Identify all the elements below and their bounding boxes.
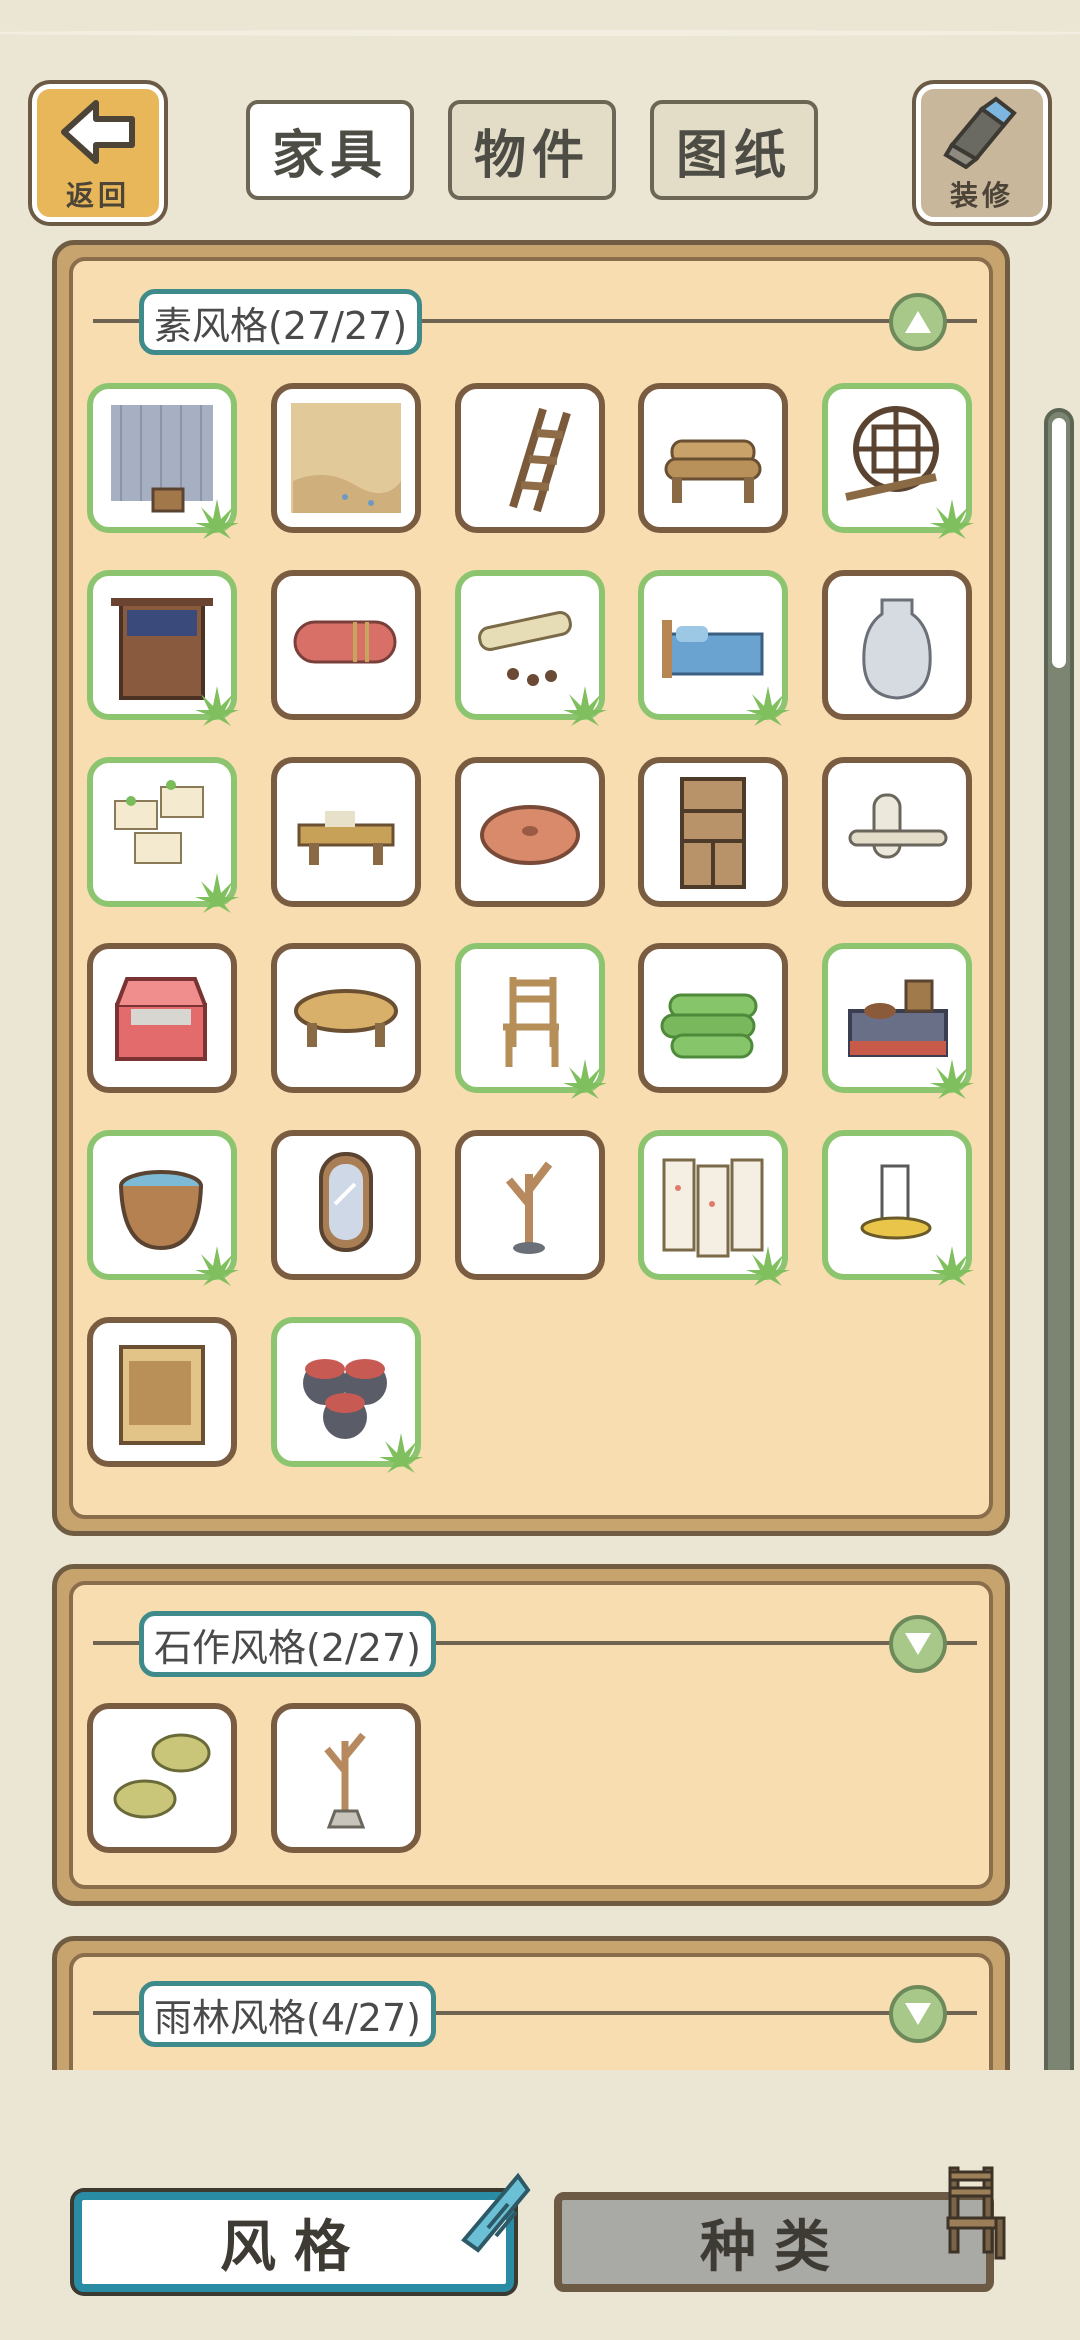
furniture-art-branch-stand xyxy=(505,1161,552,1254)
frog-gift-icon xyxy=(562,685,607,726)
category-panel-inner: 素风格(27/27) xyxy=(69,257,993,1519)
furniture-item-small-cupboard[interactable] xyxy=(87,1316,237,1467)
furniture-item-blue-futon-bed[interactable] xyxy=(638,569,791,726)
furniture-item-lattice-window[interactable] xyxy=(822,383,974,539)
category-panel-inner: 石作风格(2/27) xyxy=(69,1581,993,1889)
back-button[interactable]: 返回 xyxy=(32,84,164,222)
repair-label: 装修 xyxy=(949,179,1014,212)
furniture-item-branch-stand[interactable] xyxy=(454,1130,605,1280)
furniture-item-standing-mirror[interactable] xyxy=(270,1130,421,1280)
furniture-item-bookshelf[interactable] xyxy=(638,756,789,907)
furniture-art-wooden-ladder xyxy=(508,407,571,513)
tab-blueprints[interactable]: 图纸 xyxy=(650,100,818,200)
category-label: 素风格(27/27) xyxy=(139,289,423,355)
expand-toggle-button[interactable] xyxy=(889,1985,947,2043)
category-label: 石作风格(2/27) xyxy=(139,1611,436,1677)
furniture-item-candle-holder[interactable] xyxy=(822,1130,974,1286)
furniture-item-red-chest[interactable] xyxy=(87,943,237,1094)
furniture-item-paper-scrolls[interactable] xyxy=(822,756,972,907)
frog-gift-icon xyxy=(930,1246,974,1286)
furniture-art-standing-mirror xyxy=(318,1152,373,1252)
tab-furniture[interactable]: 家具 xyxy=(246,100,414,200)
furniture-art-sand-mat xyxy=(290,403,401,513)
furniture-item-white-vase[interactable] xyxy=(822,569,972,720)
furniture-art-small-cupboard xyxy=(119,1344,205,1445)
furniture-art-stone-branch-stand xyxy=(324,1732,366,1829)
scrollbar[interactable] xyxy=(1044,408,1074,2084)
furniture-art-rolled-blanket xyxy=(293,620,397,664)
chevron-up-icon xyxy=(905,311,931,333)
furniture-item-wooden-tub[interactable] xyxy=(87,1130,239,1286)
frog-gift-icon xyxy=(195,499,239,539)
furniture-art-red-chest xyxy=(115,977,207,1062)
furniture-item-shower-curtain-bucket[interactable] xyxy=(87,383,239,539)
furniture-art-bookshelf xyxy=(680,776,747,889)
frog-gift-icon xyxy=(195,1246,239,1286)
scrollbar-thumb[interactable] xyxy=(1052,418,1066,668)
furniture-item-folding-screen[interactable] xyxy=(638,1130,791,1286)
furniture-item-memo-board[interactable] xyxy=(87,756,239,913)
tab-objects[interactable]: 物件 xyxy=(448,100,616,200)
style-filter-button[interactable]: 风格 xyxy=(74,2192,514,2292)
frog-gift-icon xyxy=(195,685,239,726)
furniture-item-noren-cabinet[interactable] xyxy=(87,569,239,726)
furniture-item-low-writing-desk[interactable] xyxy=(270,756,421,907)
furniture-art-low-writing-desk xyxy=(297,810,395,865)
frog-gift-icon xyxy=(562,1059,607,1100)
background-wave xyxy=(0,30,1080,36)
frog-gift-icon xyxy=(746,685,791,726)
chair-icon xyxy=(946,2166,1006,2260)
furniture-art-green-rolls xyxy=(660,993,758,1059)
chevron-down-icon xyxy=(905,1633,931,1655)
category-panel-stone: 石作风格(2/27) xyxy=(52,1564,1010,1906)
catalog-scroll-area[interactable]: 素风格(27/27) 石作风格(2/27) 雨林风格(4/27) xyxy=(0,236,1080,2070)
furniture-art-leaf-notes xyxy=(113,1733,211,1819)
furniture-art-paper-scrolls xyxy=(848,793,948,858)
repair-button[interactable]: 装修 xyxy=(916,84,1048,222)
furniture-item-green-rolls[interactable] xyxy=(638,943,789,1094)
furniture-item-clay-jars[interactable] xyxy=(270,1316,423,1473)
chevron-down-icon xyxy=(905,2003,931,2025)
furniture-item-round-low-table[interactable] xyxy=(270,943,421,1094)
furniture-item-wooden-ladder[interactable] xyxy=(454,383,605,533)
furniture-item-log-bench[interactable] xyxy=(638,383,789,533)
seashell-icon xyxy=(461,2172,531,2253)
back-label: 返回 xyxy=(65,179,130,212)
furniture-art-log-bench xyxy=(664,439,762,503)
furniture-item-scroll-with-seeds[interactable] xyxy=(454,569,607,726)
collapse-toggle-button[interactable] xyxy=(889,293,947,351)
frog-gift-icon xyxy=(930,1059,974,1100)
furniture-item-cooking-stove[interactable] xyxy=(822,943,974,1100)
frog-gift-icon xyxy=(746,1246,791,1286)
category-panel-plain: 素风格(27/27) xyxy=(52,240,1010,1536)
frog-gift-icon xyxy=(195,872,239,913)
frog-gift-icon xyxy=(378,1432,423,1473)
expand-toggle-button[interactable] xyxy=(889,1615,947,1673)
furniture-item-rolled-blanket[interactable] xyxy=(270,569,421,720)
category-panel-inner: 雨林风格(4/27) xyxy=(69,1953,993,2070)
paint-brush-icon xyxy=(937,92,1027,172)
furniture-item-wooden-chair[interactable] xyxy=(454,943,607,1100)
furniture-art-white-vase xyxy=(862,598,932,700)
furniture-item-round-cushion[interactable] xyxy=(454,756,605,907)
category-label: 雨林风格(4/27) xyxy=(139,1981,436,2047)
furniture-item-sand-mat[interactable] xyxy=(270,383,421,533)
frog-gift-icon xyxy=(930,499,974,539)
furniture-art-round-low-table xyxy=(293,989,398,1048)
furniture-art-round-cushion xyxy=(479,804,580,865)
kind-filter-button[interactable]: 种类 xyxy=(554,2192,994,2292)
furniture-item-stone-branch-stand[interactable] xyxy=(270,1703,421,1853)
furniture-item-leaf-notes[interactable] xyxy=(87,1703,237,1853)
back-arrow-icon xyxy=(53,92,143,172)
category-panel-rainforest: 雨林风格(4/27) xyxy=(52,1936,1010,2070)
